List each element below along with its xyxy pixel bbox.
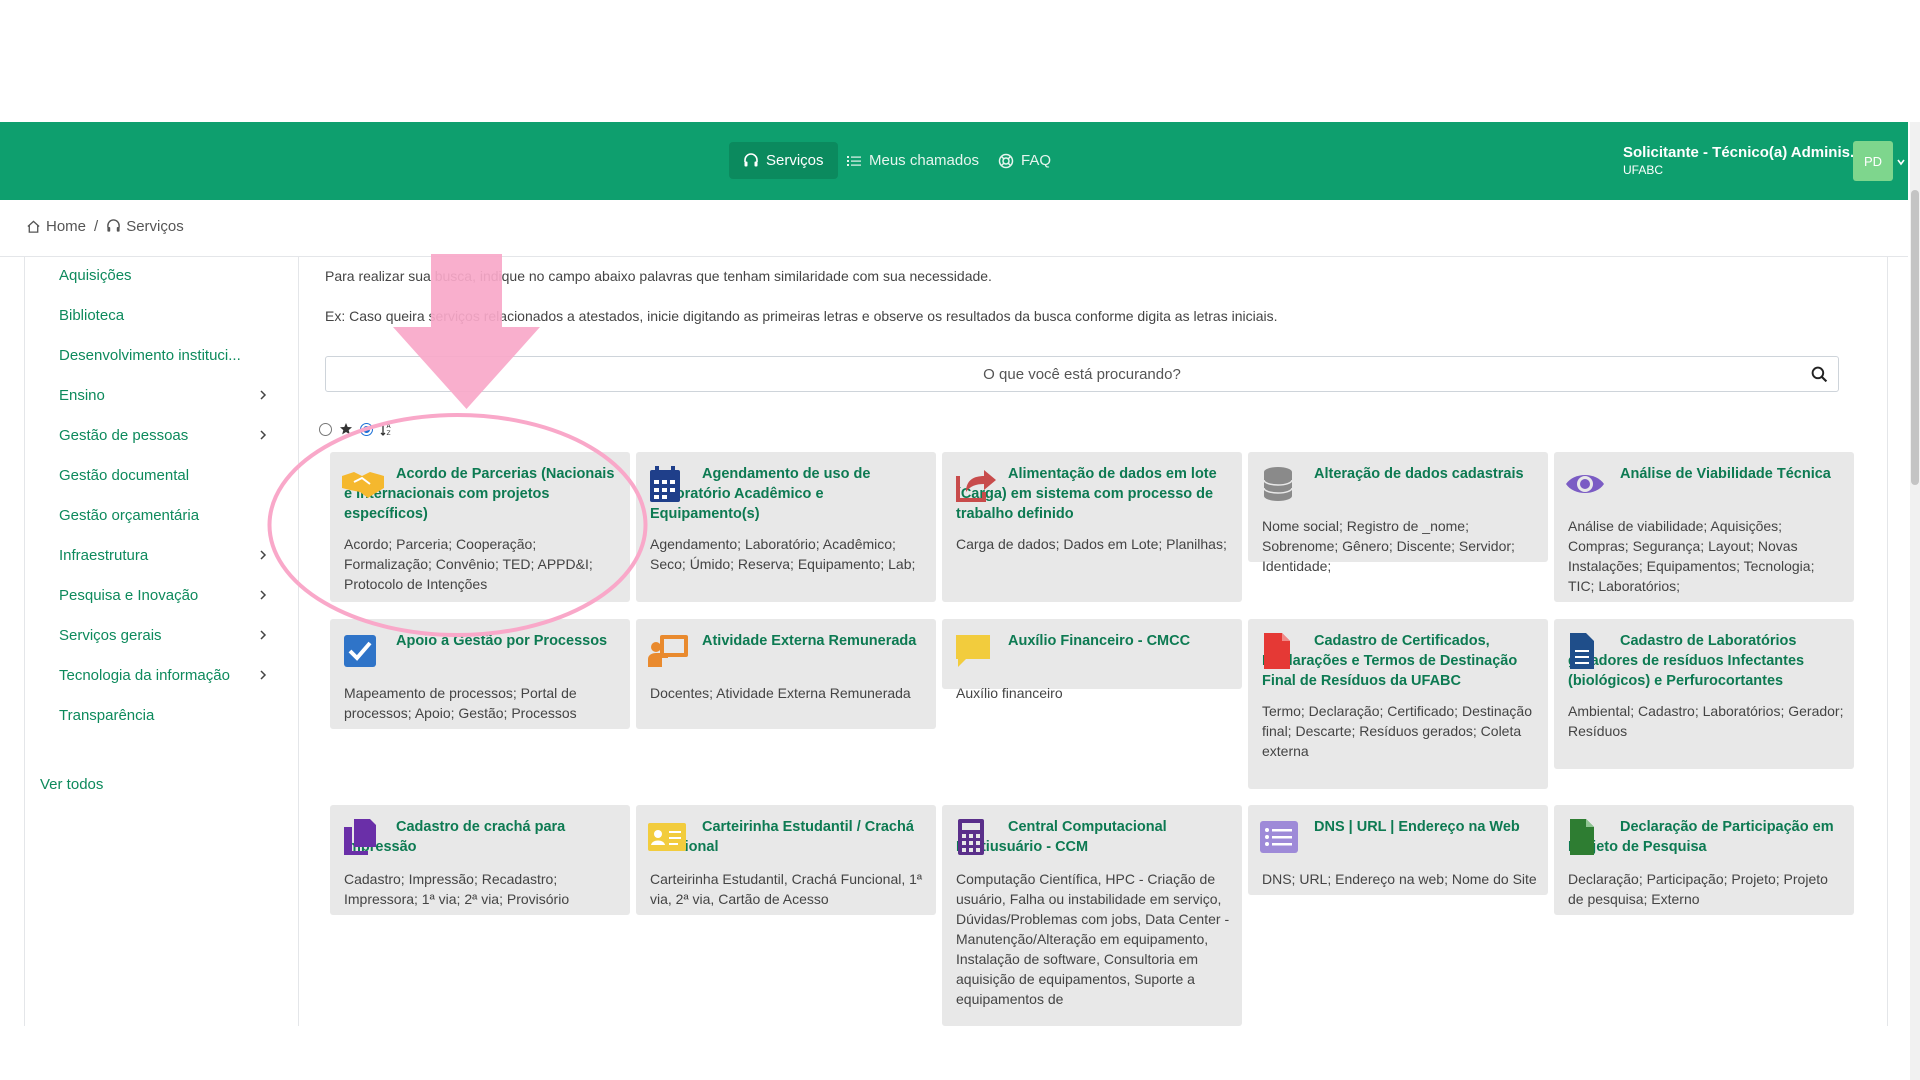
calendar-icon xyxy=(650,466,680,502)
highlight-ellipse-icon xyxy=(267,413,648,637)
nav-services[interactable]: Serviços xyxy=(729,142,838,179)
breadcrumb-home[interactable]: Home xyxy=(26,218,86,235)
sidebar-item-infraestrutura[interactable]: Infraestrutura xyxy=(59,540,269,570)
sidebar-item-gestao-orcamentaria[interactable]: Gestão orçamentária xyxy=(59,500,269,530)
service-card[interactable]: Auxílio Financeiro - CMCC Auxílio financ… xyxy=(942,619,1242,701)
service-card[interactable]: Alteração de dados cadastrais Nome socia… xyxy=(1248,452,1548,574)
see-all-link[interactable]: Ver todos xyxy=(40,776,103,793)
pdf-file-icon xyxy=(1264,633,1290,669)
page-bottom xyxy=(0,1026,1920,1080)
card-description: Auxílio financeiro xyxy=(956,685,1063,701)
card-description: Carga de dados; Dados em Lote; Planilhas… xyxy=(956,536,1227,552)
search-icon[interactable] xyxy=(1811,366,1828,383)
nav-services-label: Serviços xyxy=(766,152,824,169)
sidebar-item-label: Ensino xyxy=(59,386,105,404)
sidebar-item-label: Aquisições xyxy=(59,266,132,284)
chevron-right-icon xyxy=(260,390,267,400)
service-card[interactable]: Agendamento de uso de Laboratório Acadêm… xyxy=(636,452,936,602)
service-card[interactable]: Declaração de Participação em Projeto de… xyxy=(1554,805,1854,915)
copy-icon xyxy=(344,819,376,855)
service-card[interactable]: Central Computacional Multiusuário - CCM… xyxy=(942,805,1242,1026)
sidebar-item-label: Infraestrutura xyxy=(59,546,149,564)
category-sidebar: Aquisições Biblioteca Desenvolvimento in… xyxy=(24,256,299,1026)
file-icon xyxy=(1570,819,1594,855)
nav-my-tickets-label: Meus chamados xyxy=(869,152,980,169)
sidebar-item-pesquisa[interactable]: Pesquisa e Inovação xyxy=(59,580,269,610)
chevron-right-icon xyxy=(260,670,267,680)
nav-my-tickets[interactable]: Meus chamados xyxy=(832,142,993,179)
sidebar-item-label: Biblioteca xyxy=(59,306,125,324)
sidebar-item-desenvolvimento[interactable]: Desenvolvimento instituci... xyxy=(59,340,269,370)
teacher-icon xyxy=(648,635,688,667)
sidebar-item-biblioteca[interactable]: Biblioteca xyxy=(59,300,269,330)
card-description: DNS; URL; Endereço na web; Nome do Site xyxy=(1262,871,1537,887)
card-description: Termo; Declaração; Certificado; Destinaç… xyxy=(1262,703,1533,759)
breadcrumb-home-label: Home xyxy=(46,218,87,235)
breadcrumb: Home / Serviços xyxy=(26,218,184,235)
top-navbar: Serviços Meus chamados FAQ Solicitante -… xyxy=(0,122,1908,200)
card-description: Cadastro; Impressão; Recadastro; Impress… xyxy=(344,871,570,907)
user-org: UFABC xyxy=(1623,163,1664,177)
service-card[interactable]: Carteirinha Estudantil / Crachá Funciona… xyxy=(636,805,936,915)
service-card[interactable]: Cadastro de crachá para impressão Cadast… xyxy=(330,805,630,915)
search-placeholder: O que você está procurando? xyxy=(983,365,1181,383)
breadcrumb-separator: / xyxy=(94,218,99,235)
avatar[interactable]: PD xyxy=(1853,141,1893,181)
database-icon xyxy=(1263,467,1293,501)
user-role: Solicitante - Técnico(a) Adminis... xyxy=(1623,144,1863,161)
sidebar-item-label: Tecnologia da informação xyxy=(59,666,230,684)
card-description: Nome social; Registro de _nome; Sobrenom… xyxy=(1262,518,1515,574)
sidebar-item-label: Serviços gerais xyxy=(59,626,162,644)
sidebar-item-gestao-pessoas[interactable]: Gestão de pessoas xyxy=(59,420,269,450)
sidebar-item-ensino[interactable]: Ensino xyxy=(59,380,269,410)
calculator-icon xyxy=(958,819,984,855)
page: Serviços Meus chamados FAQ Solicitante -… xyxy=(0,0,1920,1080)
chevron-down-icon[interactable] xyxy=(1896,157,1906,167)
card-description: Ambiental; Cadastro; Laboratórios; Gerad… xyxy=(1568,703,1844,739)
headset-icon xyxy=(744,152,758,166)
sidebar-item-label: Gestão orçamentária xyxy=(59,506,200,524)
list-icon xyxy=(847,155,861,166)
service-card[interactable]: Análise de Viabilidade Técnica Análise d… xyxy=(1554,452,1854,602)
card-description: Mapeamento de processos; Portal de proce… xyxy=(344,685,577,721)
sidebar-item-gestao-documental[interactable]: Gestão documental xyxy=(59,460,269,490)
sidebar-item-transparencia[interactable]: Transparência xyxy=(59,700,269,730)
service-card[interactable]: Atividade Externa Remunerada Docentes; A… xyxy=(636,619,936,729)
nav-faq[interactable]: FAQ xyxy=(984,142,1065,179)
card-description: Agendamento; Laboratório; Acadêmico; Sec… xyxy=(650,536,916,572)
list-box-icon xyxy=(1260,821,1298,853)
chat-icon xyxy=(956,635,990,667)
breadcrumb-current-label: Serviços xyxy=(126,218,184,235)
sidebar-item-label: Pesquisa e Inovação xyxy=(59,586,199,604)
breadcrumb-current: Serviços xyxy=(106,218,184,235)
headset-icon xyxy=(107,219,121,232)
card-description: Análise de viabilidade; Aquisições; Comp… xyxy=(1568,518,1815,594)
eye-icon xyxy=(1566,475,1604,493)
card-description: Declaração; Participação; Projeto; Proje… xyxy=(1568,871,1828,907)
share-icon xyxy=(956,470,996,502)
scrollbar-thumb[interactable] xyxy=(1911,190,1919,485)
home-icon xyxy=(27,220,40,233)
sidebar-item-servicos-gerais[interactable]: Serviços gerais xyxy=(59,620,269,650)
card-description: Carteirinha Estudantil, Crachá Funcional… xyxy=(650,871,923,907)
document-icon xyxy=(1570,633,1594,669)
arrow-down-icon xyxy=(393,254,540,409)
nav-faq-label: FAQ xyxy=(1021,152,1052,169)
sidebar-item-label: Transparência xyxy=(59,706,155,724)
sidebar-item-label: Desenvolvimento instituci... xyxy=(59,346,241,364)
service-card[interactable]: Alimentação de dados em lote (Carga) em … xyxy=(942,452,1242,602)
service-card[interactable]: DNS | URL | Endereço na Web DNS; URL; En… xyxy=(1248,805,1548,895)
card-description: Docentes; Atividade Externa Remunerada xyxy=(650,685,911,701)
search-input[interactable]: O que você está procurando? xyxy=(325,356,1839,392)
sidebar-item-label: Gestão de pessoas xyxy=(59,426,189,444)
lifebuoy-icon xyxy=(998,153,1014,168)
service-card[interactable]: Cadastro de Laboratórios geradores de re… xyxy=(1554,619,1854,769)
id-card-icon xyxy=(648,823,686,851)
sidebar-item-label: Gestão documental xyxy=(59,466,190,484)
sidebar-item-tecnologia[interactable]: Tecnologia da informação xyxy=(59,660,269,690)
card-description: Computação Científica, HPC - Criação de … xyxy=(956,871,1230,1007)
service-card[interactable]: Cadastro de Certificados, Declarações e … xyxy=(1248,619,1548,789)
user-menu[interactable]: Solicitante - Técnico(a) Adminis... UFAB… xyxy=(1623,144,1862,177)
sidebar-item-aquisicoes[interactable]: Aquisições xyxy=(59,260,269,290)
